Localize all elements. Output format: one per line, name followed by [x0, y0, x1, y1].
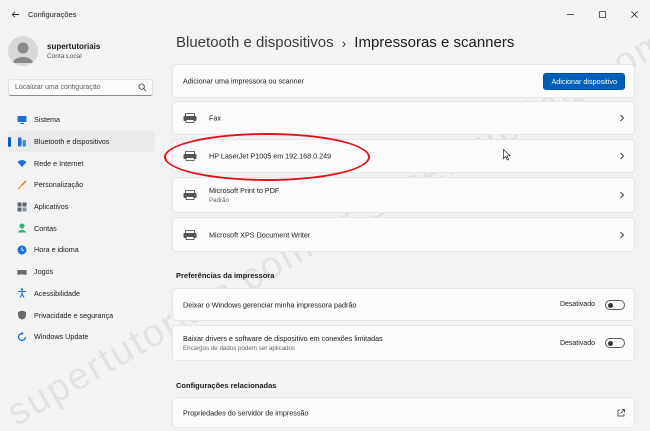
- sidebar-item-windows-update[interactable]: Windows Update: [8, 326, 155, 348]
- close-button[interactable]: [618, 0, 650, 28]
- metered-drivers-toggle-group: Desativado: [560, 338, 625, 348]
- metered-drivers-toggle[interactable]: [605, 338, 625, 348]
- apps-icon: [17, 202, 27, 212]
- system-icon: [17, 115, 27, 125]
- window-controls: [554, 0, 650, 28]
- related-label: Propriedades do servidor de impressão: [183, 408, 309, 417]
- active-indicator: [8, 136, 11, 147]
- sidebar-item-bluetooth[interactable]: Bluetooth e dispositivos: [8, 130, 155, 153]
- sidebar-item-label: Hora e idioma: [34, 245, 79, 255]
- sidebar-item-personalization[interactable]: Personalização: [8, 174, 155, 196]
- account-icon: [17, 223, 27, 233]
- default-printer-toggle[interactable]: [605, 299, 625, 310]
- avatar: [8, 36, 38, 66]
- pref-metered-drivers: Baixar drivers e software de dispositivo…: [172, 325, 635, 361]
- sidebar-item-gaming[interactable]: Jogos: [8, 261, 155, 283]
- search-input[interactable]: [15, 84, 137, 91]
- account-type: Conta Local: [47, 53, 82, 60]
- default-printer-toggle-group: Desativado: [559, 299, 625, 310]
- sidebar-item-label: Sistema: [34, 115, 60, 125]
- sidebar-item-accounts[interactable]: Contas: [8, 217, 155, 239]
- section-title-related-settings: Configurações relacionadas: [176, 381, 277, 390]
- device-name: Fax: [209, 113, 221, 123]
- sidebar-item-label: Rede e Internet: [34, 158, 84, 168]
- pref-label: Deixar o Windows gerenciar minha impress…: [183, 300, 357, 309]
- sidebar-item-label: Windows Update: [34, 332, 89, 342]
- sidebar-item-privacy[interactable]: Privacidade e segurança: [8, 304, 155, 326]
- chevron-right-icon: [620, 152, 625, 160]
- sidebar-item-apps[interactable]: Aplicativos: [8, 196, 155, 218]
- device-item-hp-laserjet[interactable]: HP LaserJet P1005 em 192.168.0.249: [172, 139, 635, 173]
- printer-icon: [183, 190, 197, 200]
- printer-icon: [183, 113, 197, 123]
- chevron-right-icon: [620, 231, 625, 238]
- default-badge: Padrão: [209, 197, 229, 204]
- sidebar-item-system[interactable]: Sistema: [8, 109, 155, 131]
- breadcrumb-parent[interactable]: Bluetooth e dispositivos: [176, 34, 334, 51]
- sidebar-item-network[interactable]: Rede e Internet: [8, 152, 155, 174]
- user-avatar-icon: [13, 42, 33, 63]
- toggle-state-label: Desativado: [559, 301, 595, 308]
- user-name: supertutoriais: [47, 42, 101, 51]
- title-bar: Configurações: [0, 0, 650, 28]
- accessibility-icon: [17, 288, 27, 299]
- globe-clock-icon: [17, 245, 27, 255]
- device-name: HP LaserJet P1005 em 192.168.0.249: [209, 151, 332, 161]
- maximize-icon: [598, 10, 606, 18]
- sidebar-item-label: Acessibilidade: [34, 288, 80, 298]
- sidebar-item-time-language[interactable]: Hora e idioma: [8, 239, 155, 261]
- sidebar-item-label: Contas: [34, 223, 57, 233]
- device-item-print-to-pdf[interactable]: Microsoft Print to PDF Padrão: [172, 177, 635, 213]
- page-title: Impressoras e scanners: [354, 34, 515, 51]
- chevron-right-icon: [620, 191, 625, 199]
- sidebar-item-label: Personalização: [34, 180, 84, 190]
- wifi-icon: [17, 158, 27, 168]
- breadcrumb-separator: ›: [341, 34, 347, 51]
- chevron-right-icon: [620, 114, 625, 122]
- printer-icon: [183, 151, 197, 161]
- search-box[interactable]: [8, 79, 153, 96]
- update-icon: [17, 331, 27, 342]
- device-item-fax[interactable]: Fax: [172, 101, 635, 135]
- bluetooth-icon: [17, 137, 27, 147]
- device-name: Microsoft Print to PDF: [209, 186, 280, 195]
- app-title: Configurações: [28, 9, 77, 19]
- add-printer-card: Adicionar uma impressora ou scanner Adic…: [172, 64, 635, 98]
- printer-icon: [183, 229, 197, 240]
- external-link-icon: [617, 408, 625, 416]
- section-title-printer-preferences: Preferências da impressora: [176, 271, 275, 280]
- maximize-button[interactable]: [586, 0, 618, 28]
- sidebar-item-label: Aplicativos: [34, 202, 69, 212]
- toggle-state-label: Desativado: [559, 339, 595, 347]
- pref-label: Baixar drivers e software de dispositivo…: [183, 334, 383, 343]
- toggle-knob: [608, 341, 613, 346]
- back-button[interactable]: [4, 3, 26, 25]
- mouse-cursor-icon: [503, 149, 511, 161]
- minimize-button[interactable]: [554, 0, 586, 28]
- close-icon: [630, 10, 638, 18]
- breadcrumb: Bluetooth e dispositivos › Impressoras e…: [176, 34, 514, 51]
- minimize-icon: [566, 13, 574, 15]
- gamepad-icon: [17, 267, 27, 277]
- add-device-button[interactable]: Adicionar dispositivo: [543, 73, 625, 90]
- brush-icon: [17, 180, 27, 190]
- related-item-print-server-properties[interactable]: Propriedades do servidor de impressão: [172, 397, 635, 428]
- user-profile[interactable]: supertutoriais Conta Local: [8, 36, 100, 66]
- device-item-xps-writer[interactable]: Microsoft XPS Document Writer: [172, 217, 635, 252]
- device-name: Microsoft XPS Document Writer: [209, 230, 311, 239]
- pref-default-printer: Deixar o Windows gerenciar minha impress…: [172, 288, 635, 321]
- sidebar-item-label: Bluetooth e dispositivos: [34, 137, 110, 147]
- search-icon[interactable]: [138, 83, 147, 92]
- nav-menu: Sistema Bluetooth e dispositivos Rede e …: [8, 109, 155, 348]
- sidebar: supertutoriais Conta Local Sistema Bluet…: [0, 28, 162, 431]
- back-arrow-icon: [11, 10, 19, 18]
- sidebar-item-accessibility[interactable]: Acessibilidade: [8, 283, 155, 305]
- shield-icon: [17, 310, 27, 320]
- main-content: Bluetooth e dispositivos › Impressoras e…: [162, 28, 650, 431]
- sidebar-item-label: Privacidade e segurança: [34, 310, 114, 320]
- pref-sublabel: Encargos de dados podem ser aplicados: [183, 345, 296, 352]
- add-printer-label: Adicionar uma impressora ou scanner: [183, 76, 305, 86]
- sidebar-item-label: Jogos: [34, 267, 54, 277]
- toggle-knob: [608, 302, 613, 308]
